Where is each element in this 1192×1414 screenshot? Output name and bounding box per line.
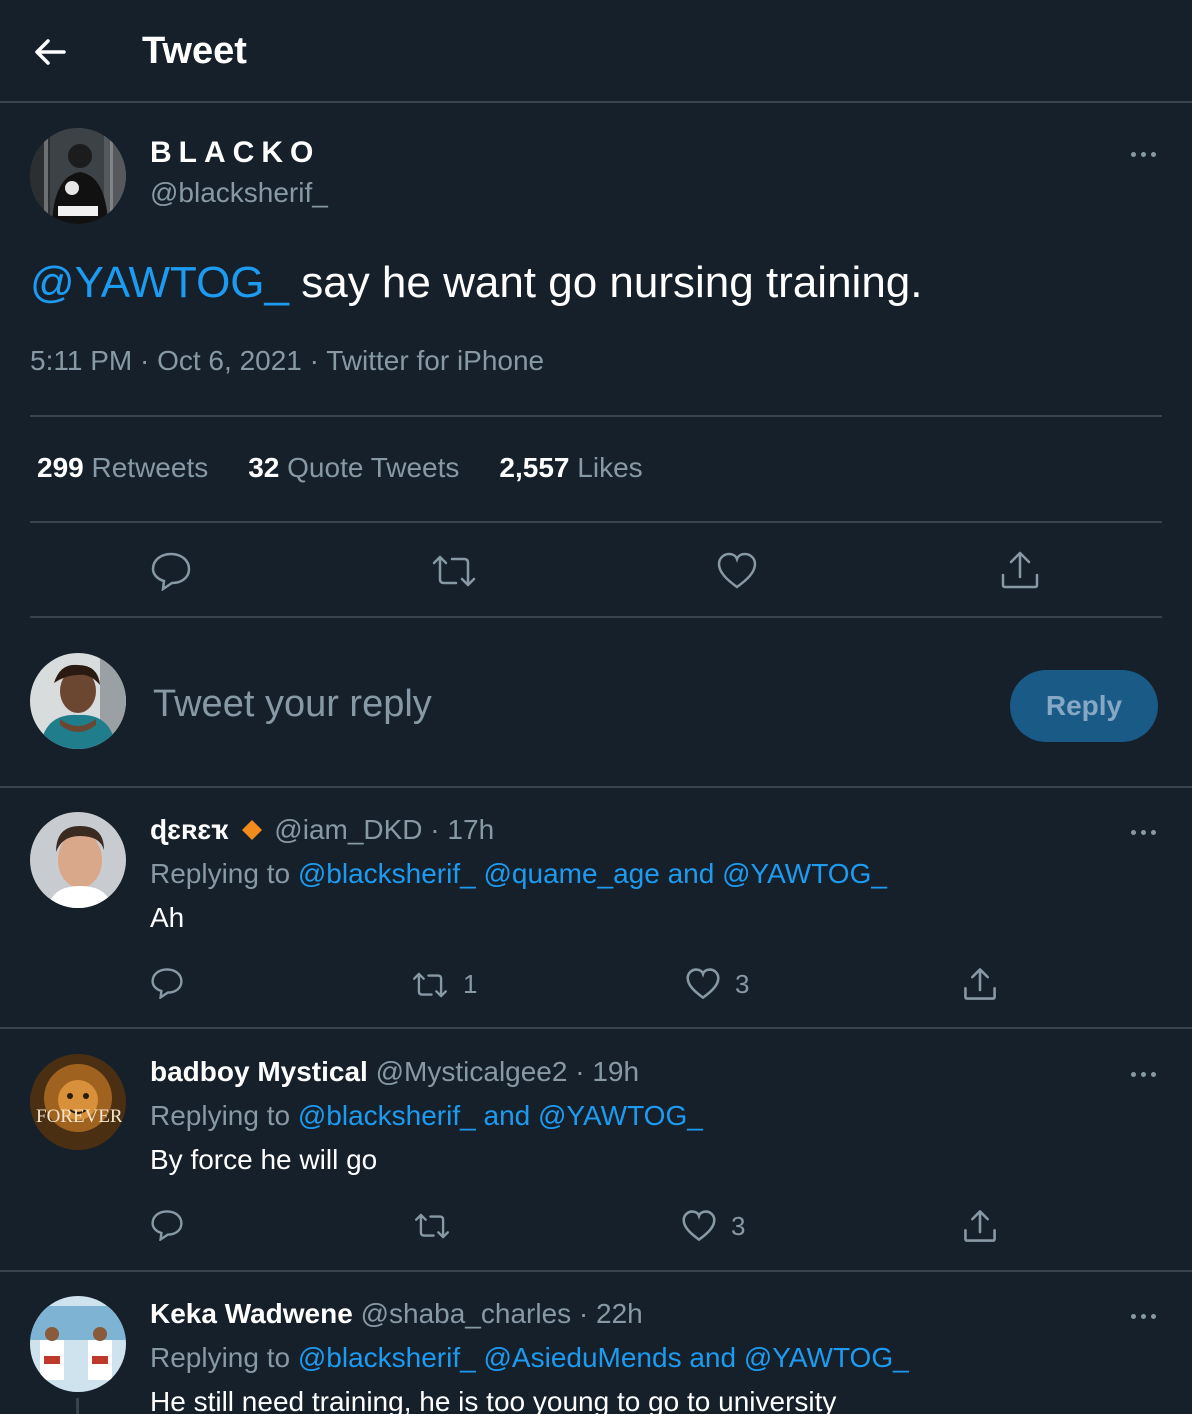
- reply-submit-button[interactable]: Reply: [1010, 670, 1158, 742]
- heart-icon: [717, 552, 757, 589]
- mention-link[interactable]: @quame_age: [484, 858, 660, 889]
- mention-link[interactable]: @blacksherif_: [298, 1100, 476, 1131]
- reply-action-button[interactable]: [150, 967, 184, 999]
- mention-link[interactable]: @blacksherif_: [298, 1342, 476, 1373]
- tweet-text: @YAWTOG_ say he want go nursing training…: [30, 258, 923, 308]
- reply-avatar[interactable]: [30, 1296, 126, 1392]
- more-icon: [1130, 1313, 1136, 1319]
- tweet-date[interactable]: Oct 6, 2021: [157, 345, 302, 376]
- reply-author-handle[interactable]: @Mysticalgee2: [376, 1056, 568, 1087]
- like-count: 3: [735, 968, 750, 999]
- retweet-action-button[interactable]: [430, 553, 478, 589]
- divider: [30, 415, 1162, 417]
- reply-time[interactable]: 19h: [592, 1056, 639, 1087]
- replying-to: Replying to @blacksherif_ @quame_age and…: [150, 858, 887, 889]
- more-icon: [1130, 151, 1136, 157]
- retweet-count: 1: [463, 969, 478, 999]
- reply-header: ɖɛʀɛҡ @iam_DKD · 17h: [150, 814, 495, 845]
- likes-stat[interactable]: 2,557 Likes: [499, 452, 642, 484]
- reply-avatar[interactable]: FOREVER: [30, 1054, 126, 1150]
- author-name[interactable]: BLACKO: [150, 136, 320, 170]
- share-action-button[interactable]: [962, 1208, 998, 1244]
- author-avatar[interactable]: [30, 128, 126, 224]
- back-button[interactable]: [30, 32, 70, 72]
- tweet-time[interactable]: 5:11 PM: [30, 345, 132, 376]
- more-icon: [1130, 829, 1136, 835]
- reply-time[interactable]: 22h: [596, 1298, 643, 1329]
- like-count: 3: [731, 1210, 746, 1241]
- reply-author-handle[interactable]: @shaba_charles: [361, 1298, 572, 1329]
- mention-link[interactable]: @YAWTOG_: [538, 1100, 703, 1131]
- divider: [30, 521, 1162, 523]
- mention-link[interactable]: @blacksherif_: [298, 858, 476, 889]
- reply-avatar[interactable]: [30, 812, 126, 908]
- reply-header: Keka Wadwene @shaba_charles · 22h: [150, 1298, 643, 1329]
- like-action-button[interactable]: [716, 551, 758, 591]
- retweet-icon: [414, 1213, 450, 1239]
- reply-text: By force he will go: [150, 1144, 378, 1175]
- divider: [0, 1270, 1192, 1272]
- page-title: Tweet: [142, 30, 247, 72]
- share-action-button[interactable]: [962, 966, 998, 1002]
- share-icon: [964, 968, 996, 1000]
- reply-text: He still need training, he is too young …: [150, 1386, 837, 1414]
- more-options-button[interactable]: [1123, 1306, 1163, 1326]
- reply-action-button[interactable]: [150, 1209, 184, 1241]
- share-icon: [1001, 551, 1039, 589]
- arrow-left-icon: [35, 39, 66, 65]
- reply-text: Ah: [150, 902, 185, 933]
- comment-icon: [151, 552, 191, 591]
- retweet-icon: [432, 555, 476, 587]
- retweet-icon: [412, 972, 448, 997]
- avatar-text: FOREVER: [36, 1106, 123, 1127]
- reply-header: badboy Mystical @Mysticalgee2 · 19h: [150, 1056, 640, 1087]
- orange-diamond-icon: [241, 820, 262, 840]
- tweet-source[interactable]: Twitter for iPhone: [326, 345, 544, 376]
- tweet-meta: 5:11 PM · Oct 6, 2021 · Twitter for iPho…: [30, 345, 545, 376]
- more-icon: [1130, 1071, 1136, 1077]
- current-user-avatar: [30, 653, 126, 749]
- like-action-button[interactable]: 3: [685, 967, 749, 1001]
- divider: [0, 786, 1192, 788]
- reply-action-button[interactable]: [150, 551, 192, 591]
- tweet-body: say he want go nursing training.: [289, 258, 923, 307]
- replying-to: Replying to @blacksherif_ @AsieduMends a…: [150, 1342, 909, 1373]
- more-options-button[interactable]: [1123, 144, 1163, 164]
- divider: [30, 616, 1162, 618]
- replying-to: Replying to @blacksherif_ and @YAWTOG_: [150, 1100, 703, 1131]
- comment-icon: [151, 968, 183, 999]
- author-handle[interactable]: @blacksherif_: [150, 177, 328, 209]
- share-icon: [964, 1210, 996, 1242]
- comment-icon: [151, 1210, 183, 1241]
- share-action-button[interactable]: [999, 549, 1041, 591]
- heart-icon: [682, 1210, 716, 1242]
- heart-icon: [686, 968, 720, 1000]
- reply-input[interactable]: Tweet your reply: [153, 683, 432, 726]
- more-options-button[interactable]: [1123, 1064, 1163, 1084]
- reply-time[interactable]: 17h: [447, 814, 494, 845]
- mention-link[interactable]: @AsieduMends: [484, 1342, 682, 1373]
- thread-line: [76, 1398, 79, 1414]
- like-action-button[interactable]: 3: [681, 1209, 745, 1243]
- reply-author-name[interactable]: ɖɛʀɛҡ: [150, 814, 229, 845]
- divider: [0, 1027, 1192, 1029]
- more-options-button[interactable]: [1123, 822, 1163, 842]
- tweet-mention-link[interactable]: @YAWTOG_: [30, 258, 289, 307]
- reply-author-name[interactable]: Keka Wadwene: [150, 1298, 353, 1329]
- mention-link[interactable]: @YAWTOG_: [722, 858, 887, 889]
- mention-link[interactable]: @YAWTOG_: [744, 1342, 909, 1373]
- reply-author-handle[interactable]: @iam_DKD: [274, 814, 422, 845]
- retweets-stat[interactable]: 299 Retweets: [37, 452, 208, 484]
- top-bar: Tweet: [0, 0, 1192, 103]
- retweet-action-button[interactable]: 1: [411, 969, 477, 1000]
- tweet-stats: 299 Retweets 32 Quote Tweets 2,557 Likes: [37, 452, 683, 484]
- reply-author-name[interactable]: badboy Mystical: [150, 1056, 368, 1087]
- quote-tweets-stat[interactable]: 32 Quote Tweets: [248, 452, 459, 484]
- retweet-action-button[interactable]: [413, 1211, 451, 1241]
